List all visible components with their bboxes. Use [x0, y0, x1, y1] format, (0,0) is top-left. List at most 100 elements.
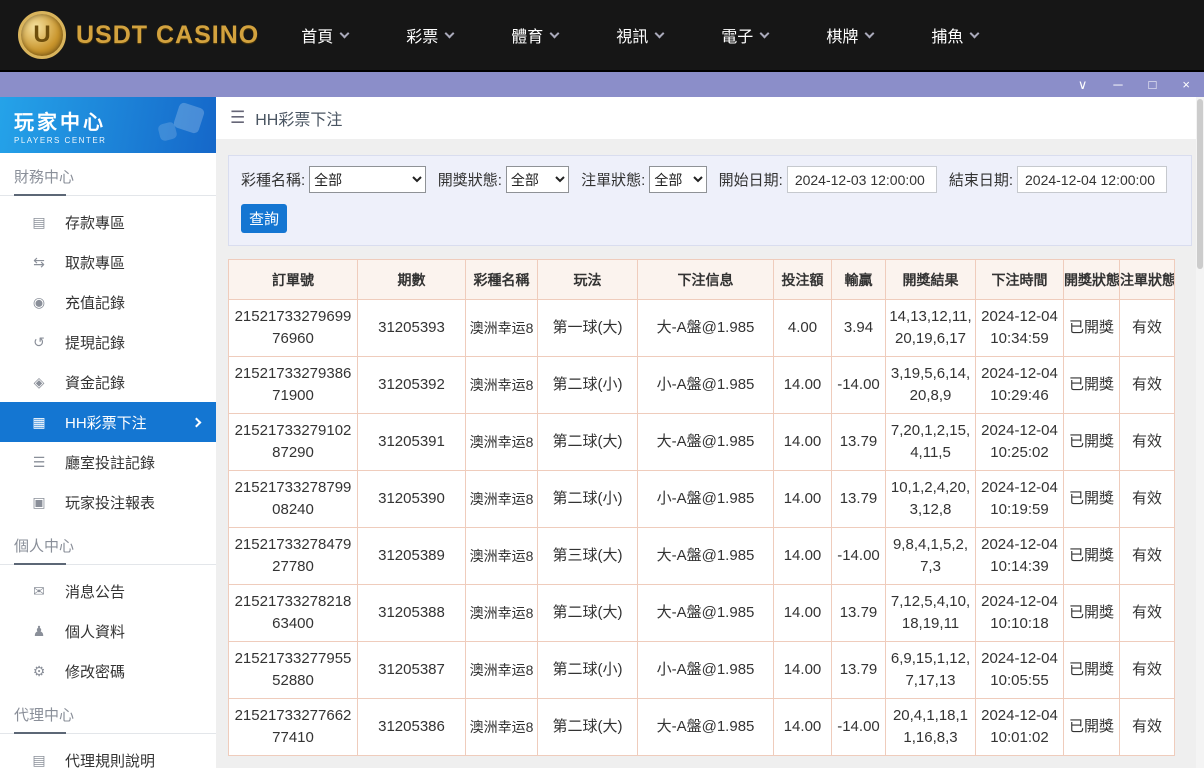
- nav-item-label: 首頁: [301, 29, 334, 46]
- table-cell: 10,1,2,4,20,3,12,8: [885, 470, 976, 528]
- sidebar-item-recharge-records[interactable]: ◉ 充值記錄: [0, 282, 216, 322]
- table-cell: 2024-12-04 10:10:18: [975, 584, 1064, 642]
- chevron-down-icon: [339, 28, 350, 38]
- table-header-cell: 輸贏: [831, 259, 886, 300]
- nav-item-label: 捕魚: [931, 29, 964, 46]
- logo-emblem-icon: U: [18, 11, 66, 59]
- sidebar-item-withdrawal-records[interactable]: ↺ 提現記錄: [0, 322, 216, 362]
- table-cell: 第二球(小): [537, 470, 638, 528]
- table-cell: 澳洲幸运8: [465, 641, 538, 699]
- table-cell: 9,8,4,1,5,2,7,3: [885, 527, 976, 585]
- table-cell: 第二球(小): [537, 356, 638, 414]
- table-cell: 已開獎: [1063, 698, 1120, 756]
- table-cell: 14.00: [773, 698, 832, 756]
- table-cell: 有效: [1119, 413, 1175, 471]
- window-chevron-button[interactable]: ∨: [1078, 72, 1088, 97]
- table-cell: 2024-12-04 10:25:02: [975, 413, 1064, 471]
- site-logo[interactable]: U USDT CASINO: [18, 11, 259, 59]
- table-cell: 14.00: [773, 641, 832, 699]
- chevron-down-icon: [654, 28, 665, 38]
- nav-item-lottery[interactable]: 彩票: [406, 23, 455, 47]
- sidebar-item-hall-bet-records[interactable]: ☰ 廳室投註記錄: [0, 442, 216, 482]
- lottery-name-select[interactable]: 全部: [309, 166, 426, 193]
- hamburger-menu-icon[interactable]: ☰: [230, 108, 245, 128]
- funds-bag-icon: ◈: [33, 373, 45, 390]
- sidebar-item-profile[interactable]: ♟ 個人資料: [0, 611, 216, 651]
- table-cell: 2024-12-04 10:29:46: [975, 356, 1064, 414]
- sidebar-item-label: 廳室投註記錄: [65, 454, 156, 472]
- nav-item-home[interactable]: 首頁: [301, 23, 350, 47]
- table-cell: -14.00: [831, 698, 886, 756]
- table-cell: 2152173327847927780: [228, 527, 358, 585]
- nav-item-label: 視訊: [616, 29, 649, 46]
- nav-item-video[interactable]: 視訊: [616, 23, 665, 47]
- section-header-1: 個人中心: [0, 522, 216, 565]
- sidebar-item-change-password[interactable]: ⚙ 修改密碼: [0, 651, 216, 691]
- table-cell: 2152173327938671900: [228, 356, 358, 414]
- table-header-cell: 下注信息: [637, 259, 774, 300]
- table-cell: 第三球(大): [537, 527, 638, 585]
- chevron-down-icon: [549, 28, 560, 38]
- scrollbar-thumb[interactable]: [1197, 99, 1203, 269]
- sidebar-item-label: 修改密碼: [65, 663, 126, 681]
- hall-list-icon: ☰: [32, 453, 46, 470]
- table-cell: 有效: [1119, 641, 1175, 699]
- close-button[interactable]: ×: [1182, 72, 1190, 97]
- table-cell: 13.79: [831, 584, 886, 642]
- table-header-cell: 彩種名稱: [465, 259, 538, 300]
- table-cell: 有效: [1119, 470, 1175, 528]
- table-header-cell: 開獎結果: [885, 259, 976, 300]
- sidebar-item-label: 取款專區: [65, 254, 126, 272]
- search-button[interactable]: 查詢: [241, 204, 287, 233]
- nav-item-fishing[interactable]: 捕魚: [931, 23, 980, 47]
- sidebar-item-player-bet-report[interactable]: ▣ 玩家投注報表: [0, 482, 216, 522]
- order-status-select[interactable]: 全部: [649, 166, 707, 193]
- table-row: 2152173327969976960 31205393 澳洲幸运8 第一球(大) 大-…: [228, 299, 1175, 357]
- gear-icon: ⚙: [32, 662, 46, 679]
- table-cell: 31205393: [357, 299, 466, 357]
- table-cell: 13.79: [831, 470, 886, 528]
- lottery-name-label: 彩種名稱:: [241, 172, 306, 189]
- table-cell: 已開獎: [1063, 413, 1120, 471]
- table-cell: 13.79: [831, 641, 886, 699]
- start-date-input[interactable]: [786, 166, 937, 193]
- table-cell: 31205386: [357, 698, 466, 756]
- table-row: 2152173327910287290 31205391 澳洲幸运8 第二球(大) 大-…: [228, 413, 1175, 471]
- sidebar-item-label: 玩家投注報表: [65, 494, 156, 512]
- chevron-down-icon: [759, 28, 770, 38]
- sidebar-item-agent-rules[interactable]: ▤ 代理規則說明: [0, 740, 216, 768]
- nav-item-egames[interactable]: 電子: [721, 23, 770, 47]
- sidebar-item-announcements[interactable]: ✉ 消息公告: [0, 571, 216, 611]
- withdraw-hand-icon: ⇆: [33, 253, 45, 270]
- sidebar-item-deposit[interactable]: ▤ 存款專區: [0, 202, 216, 242]
- sidebar-item-label: HH彩票下注: [65, 414, 147, 432]
- table-header-cell: 下注時間: [975, 259, 1064, 300]
- sidebar-item-withdraw[interactable]: ⇆ 取款專區: [0, 242, 216, 282]
- table-cell: 31205389: [357, 527, 466, 585]
- nav-item-cards[interactable]: 棋牌: [826, 23, 875, 47]
- minimize-button[interactable]: ─: [1113, 72, 1122, 97]
- table-row: 2152173327879908240 31205390 澳洲幸运8 第二球(小) 小-…: [228, 470, 1175, 528]
- vertical-scrollbar[interactable]: [1196, 97, 1204, 768]
- nav-item-sports[interactable]: 體育: [511, 23, 560, 47]
- chevron-down-icon: [969, 28, 980, 38]
- sidebar-item-label: 提現記錄: [65, 334, 126, 352]
- nav-item-label: 彩票: [406, 29, 439, 46]
- table-head-row: 訂單號 期數 彩種名稱 玩法 下注信息 投注額 輸贏 開獎結果 下注時間 開獎狀態 注單狀態: [228, 259, 1175, 300]
- table-cell: 20,4,1,18,11,16,8,3: [885, 698, 976, 756]
- draw-status-select[interactable]: 全部: [505, 166, 570, 193]
- table-body: 2152173327969976960 31205393 澳洲幸运8 第一球(大) 大-…: [228, 299, 1175, 756]
- table-row: 2152173327795552880 31205387 澳洲幸运8 第二球(小) 小-…: [228, 641, 1175, 699]
- sidebar-item-funds-records[interactable]: ◈ 資金記錄: [0, 362, 216, 402]
- end-date-input[interactable]: [1017, 166, 1167, 193]
- sidebar-item-label: 存款專區: [65, 214, 126, 232]
- table-cell: 澳洲幸运8: [465, 356, 538, 414]
- table-cell: 第一球(大): [537, 299, 638, 357]
- table-cell: 大-A盤@1.985: [637, 299, 774, 357]
- start-date-label: 開始日期:: [718, 172, 783, 189]
- nav-item-label: 棋牌: [826, 29, 859, 46]
- table-cell: 2152173327766277410: [228, 698, 358, 756]
- table-cell: 14.00: [773, 356, 832, 414]
- sidebar-item-hh-lottery-bets[interactable]: ▦ HH彩票下注: [0, 402, 216, 442]
- maximize-button[interactable]: □: [1149, 72, 1157, 97]
